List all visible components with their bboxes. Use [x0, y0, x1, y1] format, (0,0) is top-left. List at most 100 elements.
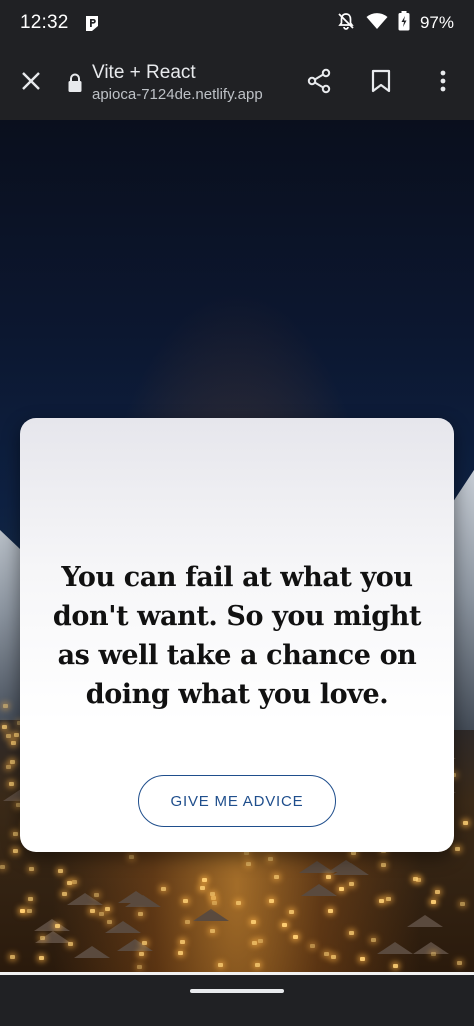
page-url: apioca-7124de.netlify.app: [92, 86, 263, 103]
parking-p-icon: [83, 14, 101, 32]
village-light: [27, 909, 32, 913]
village-light: [324, 952, 329, 956]
village-light: [3, 704, 8, 708]
village-light: [14, 733, 19, 737]
village-light: [210, 892, 215, 896]
village-light: [371, 938, 376, 942]
village-light: [211, 896, 216, 900]
village-light: [431, 900, 436, 904]
village-light: [328, 909, 333, 913]
village-light: [202, 878, 207, 882]
village-light: [29, 867, 34, 871]
village-light: [161, 887, 166, 891]
village-roof: [377, 942, 413, 954]
village-light: [6, 765, 11, 769]
village-light: [9, 782, 14, 786]
village-light: [212, 901, 217, 905]
village-light: [310, 944, 315, 948]
village-light: [460, 902, 465, 906]
lock-icon[interactable]: [62, 73, 88, 93]
village-roof: [74, 946, 110, 958]
village-light: [39, 956, 44, 960]
village-light: [236, 901, 241, 905]
battery-charging-icon: [398, 10, 410, 36]
village-light: [129, 855, 134, 859]
status-time: 12:32: [20, 12, 69, 33]
village-light: [178, 951, 183, 955]
village-light: [463, 821, 468, 825]
village-light: [11, 741, 16, 745]
status-icons: 97%: [336, 10, 454, 36]
more-vert-icon: [440, 70, 446, 97]
village-light: [137, 965, 142, 969]
page-title: Vite + React: [92, 62, 196, 83]
village-light: [268, 857, 273, 861]
share-icon: [306, 68, 332, 99]
village-light: [282, 923, 287, 927]
village-light: [58, 869, 63, 873]
village-light: [200, 886, 205, 890]
give-me-advice-button[interactable]: GIVE ME ADVICE: [138, 775, 336, 827]
village-light: [94, 893, 99, 897]
village-light: [139, 952, 144, 956]
village-light: [258, 939, 263, 943]
village-light: [13, 832, 18, 836]
village-light: [55, 924, 60, 928]
village-light: [90, 909, 95, 913]
village-light: [269, 899, 274, 903]
village-light: [381, 863, 386, 867]
village-light: [10, 760, 15, 764]
village-light: [293, 935, 298, 939]
village-light: [413, 877, 418, 881]
system-navigation-bar: [0, 972, 474, 1026]
village-light: [386, 897, 391, 901]
village-light: [68, 942, 73, 946]
bookmark-button[interactable]: [350, 46, 412, 120]
village-roof: [193, 909, 229, 921]
village-light: [274, 875, 279, 879]
village-light: [435, 890, 440, 894]
village-roof: [407, 915, 443, 927]
browser-toolbar: Vite + React apioca-7124de.netlify.app: [0, 46, 474, 120]
page-content: You can fail at what you don't want. So …: [0, 120, 474, 972]
village-light: [246, 862, 251, 866]
village-light: [20, 909, 25, 913]
village-light: [393, 964, 398, 968]
battery-percent: 97%: [419, 13, 454, 32]
village-light: [28, 897, 33, 901]
village-light: [72, 880, 77, 884]
village-light: [455, 847, 460, 851]
close-icon: [21, 71, 41, 96]
bell-off-icon: [336, 11, 356, 36]
village-roof: [301, 884, 337, 896]
village-light: [99, 912, 104, 916]
village-light: [326, 875, 331, 879]
bookmark-icon: [371, 69, 391, 98]
village-light: [210, 929, 215, 933]
village-light: [6, 734, 11, 738]
village-light: [252, 941, 257, 945]
village-light: [360, 957, 365, 961]
village-light: [255, 963, 260, 967]
share-button[interactable]: [288, 46, 350, 120]
more-options-button[interactable]: [412, 46, 474, 120]
village-light: [431, 952, 436, 956]
close-tab-button[interactable]: [0, 46, 62, 120]
village-light: [379, 899, 384, 903]
advice-quote: You can fail at what you don't want. So …: [52, 562, 422, 710]
village-light: [349, 931, 354, 935]
address-bar[interactable]: Vite + React apioca-7124de.netlify.app: [92, 61, 288, 105]
village-light: [13, 849, 18, 853]
village-light: [218, 963, 223, 967]
gesture-handle[interactable]: [190, 989, 284, 993]
advice-card: You can fail at what you don't want. So …: [20, 418, 454, 852]
village-light: [138, 912, 143, 916]
village-roof: [117, 939, 153, 951]
village-light: [142, 941, 147, 945]
wifi-icon: [366, 12, 388, 35]
village-light: [251, 920, 256, 924]
village-light: [67, 881, 72, 885]
village-light: [185, 920, 190, 924]
village-light: [331, 955, 336, 959]
village-light: [0, 865, 5, 869]
